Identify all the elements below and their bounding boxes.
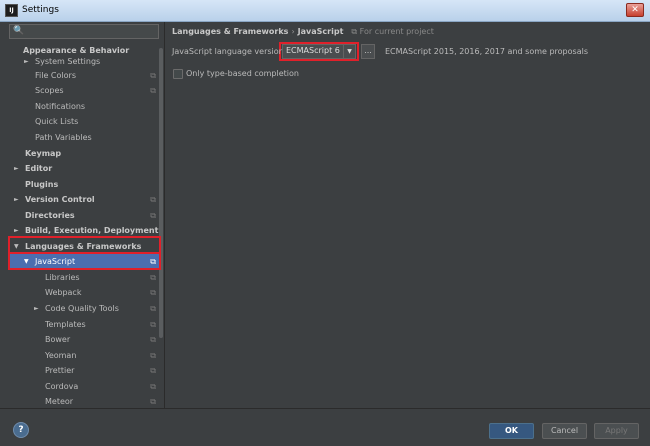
project-copy-icon: ⧉ bbox=[150, 366, 156, 375]
sidebar-item-label: Webpack bbox=[45, 288, 82, 297]
sidebar-scrollbar[interactable] bbox=[159, 48, 163, 338]
sidebar-item-label: Meteor bbox=[45, 397, 74, 406]
breadcrumb-javascript: JavaScript bbox=[297, 27, 344, 36]
sidebar-item-label: Prettier bbox=[45, 366, 75, 375]
breadcrumb-separator: › bbox=[291, 27, 295, 36]
project-copy-icon: ⧉ bbox=[150, 382, 156, 391]
project-copy-icon: ⧉ bbox=[150, 335, 156, 344]
title-bar: IJ Settings ✕ bbox=[0, 0, 650, 22]
app-icon: IJ bbox=[5, 4, 18, 17]
breadcrumb-languages-frameworks[interactable]: Languages & Frameworks bbox=[172, 27, 288, 36]
sidebar-item-label: System Settings bbox=[35, 57, 101, 66]
expand-arrow-right-icon[interactable]: ► bbox=[14, 161, 19, 176]
sidebar-item-cordova[interactable]: Cordova ⧉ bbox=[9, 379, 159, 394]
sidebar-item-libraries[interactable]: Libraries ⧉ bbox=[9, 270, 159, 285]
sidebar-item-label: Plugins bbox=[25, 180, 59, 189]
sidebar-item-prettier[interactable]: Prettier ⧉ bbox=[9, 363, 159, 378]
sidebar-item-editor[interactable]: ► Editor bbox=[9, 161, 159, 176]
language-version-select[interactable]: ECMAScript 6 ▼ bbox=[282, 44, 356, 59]
sidebar-item-label: Editor bbox=[25, 164, 53, 173]
sidebar-item-quick-lists[interactable]: Quick Lists bbox=[9, 114, 159, 129]
sidebar-item-label: Code Quality Tools bbox=[45, 304, 119, 313]
sidebar-item-label: Keymap bbox=[25, 149, 62, 158]
sidebar-item-label: Cordova bbox=[45, 382, 79, 391]
sidebar-item-label: Libraries bbox=[45, 273, 80, 282]
breadcrumb: Languages & Frameworks › JavaScript ⧉ For c… bbox=[172, 27, 434, 37]
sidebar-item-templates[interactable]: Templates ⧉ bbox=[9, 317, 159, 332]
cancel-button[interactable]: Cancel bbox=[542, 423, 587, 439]
copy-icon: ⧉ bbox=[351, 27, 360, 36]
more-options-button[interactable]: ... bbox=[361, 44, 375, 59]
sidebar-item-system-settings[interactable]: ► System Settings bbox=[9, 54, 159, 69]
sidebar-item-version-control[interactable]: ► Version Control ⧉ bbox=[9, 192, 159, 207]
search-box[interactable]: 🔍 bbox=[9, 24, 159, 39]
type-based-completion-checkbox[interactable] bbox=[173, 69, 183, 79]
project-copy-icon: ⧉ bbox=[150, 304, 156, 313]
dialog-footer: ? OK Cancel Apply bbox=[0, 408, 650, 446]
help-icon[interactable]: ? bbox=[13, 422, 29, 438]
sidebar-item-plugins[interactable]: Plugins bbox=[9, 177, 159, 192]
type-based-completion-label[interactable]: Only type-based completion bbox=[186, 69, 299, 78]
sidebar-item-directories[interactable]: Directories ⧉ bbox=[9, 208, 159, 223]
sidebar-item-bower[interactable]: Bower ⧉ bbox=[9, 332, 159, 347]
expand-arrow-right-icon[interactable]: ► bbox=[14, 192, 19, 207]
sidebar-item-label: Directories bbox=[25, 211, 75, 220]
sidebar-item-keymap[interactable]: Keymap bbox=[9, 146, 159, 161]
sidebar-item-path-variables[interactable]: Path Variables bbox=[9, 130, 159, 145]
sidebar-item-label: Quick Lists bbox=[35, 117, 79, 126]
expand-arrow-right-icon[interactable]: ► bbox=[34, 301, 39, 316]
project-copy-icon: ⧉ bbox=[150, 397, 156, 406]
project-copy-icon: ⧉ bbox=[150, 320, 156, 329]
close-button[interactable]: ✕ bbox=[626, 3, 644, 17]
sidebar-item-yeoman[interactable]: Yeoman ⧉ bbox=[9, 348, 159, 363]
sidebar-item-label: Path Variables bbox=[35, 133, 92, 142]
search-icon: 🔍 bbox=[13, 26, 25, 36]
sidebar-item-code-quality-tools[interactable]: ► Code Quality Tools ⧉ bbox=[9, 301, 159, 316]
sidebar-item-label: Version Control bbox=[25, 195, 95, 204]
apply-button[interactable]: Apply bbox=[594, 423, 639, 439]
sidebar-item-file-colors[interactable]: File Colors ⧉ bbox=[9, 68, 159, 83]
language-version-value: ECMAScript 6 bbox=[286, 46, 340, 55]
project-copy-icon: ⧉ bbox=[150, 273, 156, 282]
sidebar-item-notifications[interactable]: Notifications bbox=[9, 99, 159, 114]
sidebar-item-label: File Colors bbox=[35, 71, 76, 80]
project-copy-icon: ⧉ bbox=[150, 195, 156, 204]
sidebar-item-label: Templates bbox=[45, 320, 86, 329]
language-version-label: JavaScript language version bbox=[172, 47, 284, 56]
sidebar-item-webpack[interactable]: Webpack ⧉ bbox=[9, 285, 159, 300]
expand-arrow-right-icon[interactable]: ► bbox=[24, 54, 29, 69]
search-input[interactable] bbox=[26, 26, 154, 37]
settings-sidebar: 🔍 Appearance & Behavior ► System Settings F… bbox=[0, 22, 165, 408]
project-copy-icon: ⧉ bbox=[150, 288, 156, 297]
sidebar-item-label: Bower bbox=[45, 335, 71, 344]
sidebar-item-label: Notifications bbox=[35, 102, 86, 111]
project-scope-hint: ⧉ For current project bbox=[351, 27, 434, 36]
sidebar-item-label: Scopes bbox=[35, 86, 64, 95]
project-copy-icon: ⧉ bbox=[150, 351, 156, 360]
project-copy-icon: ⧉ bbox=[150, 86, 156, 95]
language-version-description: ECMAScript 2015, 2016, 2017 and some pro… bbox=[385, 47, 588, 56]
sidebar-item-label: Yeoman bbox=[45, 351, 77, 360]
project-copy-icon: ⧉ bbox=[150, 211, 156, 220]
window-title: Settings bbox=[22, 5, 59, 15]
dropdown-arrow-icon[interactable]: ▼ bbox=[343, 45, 355, 58]
sidebar-item-meteor[interactable]: Meteor ⧉ bbox=[9, 394, 159, 409]
highlight-javascript bbox=[8, 252, 161, 270]
sidebar-item-scopes[interactable]: Scopes ⧉ bbox=[9, 83, 159, 98]
ok-button[interactable]: OK bbox=[489, 423, 534, 439]
project-copy-icon: ⧉ bbox=[150, 71, 156, 80]
